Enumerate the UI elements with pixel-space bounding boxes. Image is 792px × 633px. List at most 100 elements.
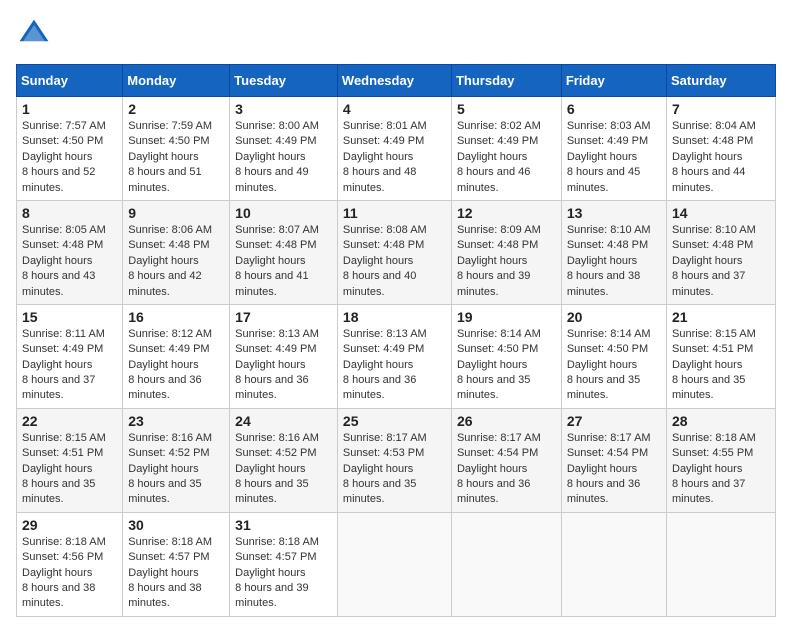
day-number: 11 <box>343 205 446 221</box>
day-info: Sunrise: 8:12 AMSunset: 4:49 PMDaylight … <box>128 328 212 402</box>
day-info: Sunrise: 8:16 AMSunset: 4:52 PMDaylight … <box>235 432 319 506</box>
day-number: 24 <box>235 413 332 429</box>
calendar-day-23: 23 Sunrise: 8:16 AMSunset: 4:52 PMDaylig… <box>123 408 230 512</box>
calendar-day-5: 5 Sunrise: 8:02 AMSunset: 4:49 PMDayligh… <box>451 97 561 201</box>
day-number: 9 <box>128 205 224 221</box>
day-info: Sunrise: 8:11 AMSunset: 4:49 PMDaylight … <box>22 328 105 402</box>
day-info: Sunrise: 7:59 AMSunset: 4:50 PMDaylight … <box>128 120 212 194</box>
day-info: Sunrise: 8:13 AMSunset: 4:49 PMDaylight … <box>235 328 319 402</box>
day-number: 28 <box>672 413 770 429</box>
day-number: 2 <box>128 101 224 117</box>
day-info: Sunrise: 8:05 AMSunset: 4:48 PMDaylight … <box>22 224 106 298</box>
empty-cell <box>667 512 776 616</box>
day-info: Sunrise: 8:15 AMSunset: 4:51 PMDaylight … <box>672 328 756 402</box>
calendar-day-24: 24 Sunrise: 8:16 AMSunset: 4:52 PMDaylig… <box>230 408 338 512</box>
weekday-header-friday: Friday <box>561 65 666 97</box>
day-info: Sunrise: 8:14 AMSunset: 4:50 PMDaylight … <box>567 328 651 402</box>
calendar-day-26: 26 Sunrise: 8:17 AMSunset: 4:54 PMDaylig… <box>451 408 561 512</box>
day-info: Sunrise: 8:07 AMSunset: 4:48 PMDaylight … <box>235 224 319 298</box>
day-info: Sunrise: 8:18 AMSunset: 4:55 PMDaylight … <box>672 432 756 506</box>
day-number: 12 <box>457 205 556 221</box>
day-number: 1 <box>22 101 117 117</box>
calendar-day-20: 20 Sunrise: 8:14 AMSunset: 4:50 PMDaylig… <box>561 304 666 408</box>
day-number: 6 <box>567 101 661 117</box>
day-number: 29 <box>22 517 117 533</box>
logo-icon <box>16 16 52 52</box>
calendar-day-2: 2 Sunrise: 7:59 AMSunset: 4:50 PMDayligh… <box>123 97 230 201</box>
calendar-day-6: 6 Sunrise: 8:03 AMSunset: 4:49 PMDayligh… <box>561 97 666 201</box>
calendar-day-10: 10 Sunrise: 8:07 AMSunset: 4:48 PMDaylig… <box>230 200 338 304</box>
calendar-day-11: 11 Sunrise: 8:08 AMSunset: 4:48 PMDaylig… <box>337 200 451 304</box>
empty-cell <box>451 512 561 616</box>
calendar-day-22: 22 Sunrise: 8:15 AMSunset: 4:51 PMDaylig… <box>17 408 123 512</box>
day-info: Sunrise: 8:10 AMSunset: 4:48 PMDaylight … <box>672 224 756 298</box>
day-info: Sunrise: 8:15 AMSunset: 4:51 PMDaylight … <box>22 432 106 506</box>
day-number: 15 <box>22 309 117 325</box>
calendar-day-1: 1 Sunrise: 7:57 AMSunset: 4:50 PMDayligh… <box>17 97 123 201</box>
calendar-day-28: 28 Sunrise: 8:18 AMSunset: 4:55 PMDaylig… <box>667 408 776 512</box>
day-info: Sunrise: 8:13 AMSunset: 4:49 PMDaylight … <box>343 328 427 402</box>
day-number: 5 <box>457 101 556 117</box>
day-info: Sunrise: 8:17 AMSunset: 4:53 PMDaylight … <box>343 432 427 506</box>
day-number: 22 <box>22 413 117 429</box>
day-number: 4 <box>343 101 446 117</box>
calendar-table: SundayMondayTuesdayWednesdayThursdayFrid… <box>16 64 776 617</box>
logo <box>16 16 56 52</box>
calendar-day-13: 13 Sunrise: 8:10 AMSunset: 4:48 PMDaylig… <box>561 200 666 304</box>
day-number: 14 <box>672 205 770 221</box>
day-info: Sunrise: 8:02 AMSunset: 4:49 PMDaylight … <box>457 120 541 194</box>
day-number: 10 <box>235 205 332 221</box>
day-info: Sunrise: 8:17 AMSunset: 4:54 PMDaylight … <box>457 432 541 506</box>
calendar-day-15: 15 Sunrise: 8:11 AMSunset: 4:49 PMDaylig… <box>17 304 123 408</box>
weekday-header-saturday: Saturday <box>667 65 776 97</box>
calendar-day-8: 8 Sunrise: 8:05 AMSunset: 4:48 PMDayligh… <box>17 200 123 304</box>
calendar-day-27: 27 Sunrise: 8:17 AMSunset: 4:54 PMDaylig… <box>561 408 666 512</box>
calendar-day-18: 18 Sunrise: 8:13 AMSunset: 4:49 PMDaylig… <box>337 304 451 408</box>
day-number: 27 <box>567 413 661 429</box>
day-number: 16 <box>128 309 224 325</box>
calendar-day-21: 21 Sunrise: 8:15 AMSunset: 4:51 PMDaylig… <box>667 304 776 408</box>
calendar-day-7: 7 Sunrise: 8:04 AMSunset: 4:48 PMDayligh… <box>667 97 776 201</box>
calendar-day-3: 3 Sunrise: 8:00 AMSunset: 4:49 PMDayligh… <box>230 97 338 201</box>
weekday-header-thursday: Thursday <box>451 65 561 97</box>
day-number: 20 <box>567 309 661 325</box>
day-number: 3 <box>235 101 332 117</box>
calendar-day-30: 30 Sunrise: 8:18 AMSunset: 4:57 PMDaylig… <box>123 512 230 616</box>
day-info: Sunrise: 8:16 AMSunset: 4:52 PMDaylight … <box>128 432 212 506</box>
empty-cell <box>561 512 666 616</box>
day-info: Sunrise: 8:00 AMSunset: 4:49 PMDaylight … <box>235 120 319 194</box>
calendar-day-16: 16 Sunrise: 8:12 AMSunset: 4:49 PMDaylig… <box>123 304 230 408</box>
day-number: 7 <box>672 101 770 117</box>
weekday-header-monday: Monday <box>123 65 230 97</box>
day-number: 18 <box>343 309 446 325</box>
calendar-day-31: 31 Sunrise: 8:18 AMSunset: 4:57 PMDaylig… <box>230 512 338 616</box>
day-info: Sunrise: 8:10 AMSunset: 4:48 PMDaylight … <box>567 224 651 298</box>
calendar-day-4: 4 Sunrise: 8:01 AMSunset: 4:49 PMDayligh… <box>337 97 451 201</box>
day-number: 25 <box>343 413 446 429</box>
calendar-day-9: 9 Sunrise: 8:06 AMSunset: 4:48 PMDayligh… <box>123 200 230 304</box>
day-info: Sunrise: 8:04 AMSunset: 4:48 PMDaylight … <box>672 120 756 194</box>
day-info: Sunrise: 8:18 AMSunset: 4:57 PMDaylight … <box>235 536 319 610</box>
day-info: Sunrise: 8:06 AMSunset: 4:48 PMDaylight … <box>128 224 212 298</box>
weekday-header-tuesday: Tuesday <box>230 65 338 97</box>
day-number: 13 <box>567 205 661 221</box>
weekday-header-sunday: Sunday <box>17 65 123 97</box>
day-number: 23 <box>128 413 224 429</box>
day-info: Sunrise: 7:57 AMSunset: 4:50 PMDaylight … <box>22 120 106 194</box>
day-number: 19 <box>457 309 556 325</box>
calendar-day-17: 17 Sunrise: 8:13 AMSunset: 4:49 PMDaylig… <box>230 304 338 408</box>
day-info: Sunrise: 8:14 AMSunset: 4:50 PMDaylight … <box>457 328 541 402</box>
day-number: 17 <box>235 309 332 325</box>
day-info: Sunrise: 8:17 AMSunset: 4:54 PMDaylight … <box>567 432 651 506</box>
day-info: Sunrise: 8:08 AMSunset: 4:48 PMDaylight … <box>343 224 427 298</box>
day-number: 31 <box>235 517 332 533</box>
day-number: 21 <box>672 309 770 325</box>
calendar-day-14: 14 Sunrise: 8:10 AMSunset: 4:48 PMDaylig… <box>667 200 776 304</box>
day-number: 26 <box>457 413 556 429</box>
day-info: Sunrise: 8:09 AMSunset: 4:48 PMDaylight … <box>457 224 541 298</box>
day-info: Sunrise: 8:18 AMSunset: 4:56 PMDaylight … <box>22 536 106 610</box>
header <box>16 16 776 52</box>
day-number: 30 <box>128 517 224 533</box>
calendar-day-25: 25 Sunrise: 8:17 AMSunset: 4:53 PMDaylig… <box>337 408 451 512</box>
day-info: Sunrise: 8:18 AMSunset: 4:57 PMDaylight … <box>128 536 212 610</box>
